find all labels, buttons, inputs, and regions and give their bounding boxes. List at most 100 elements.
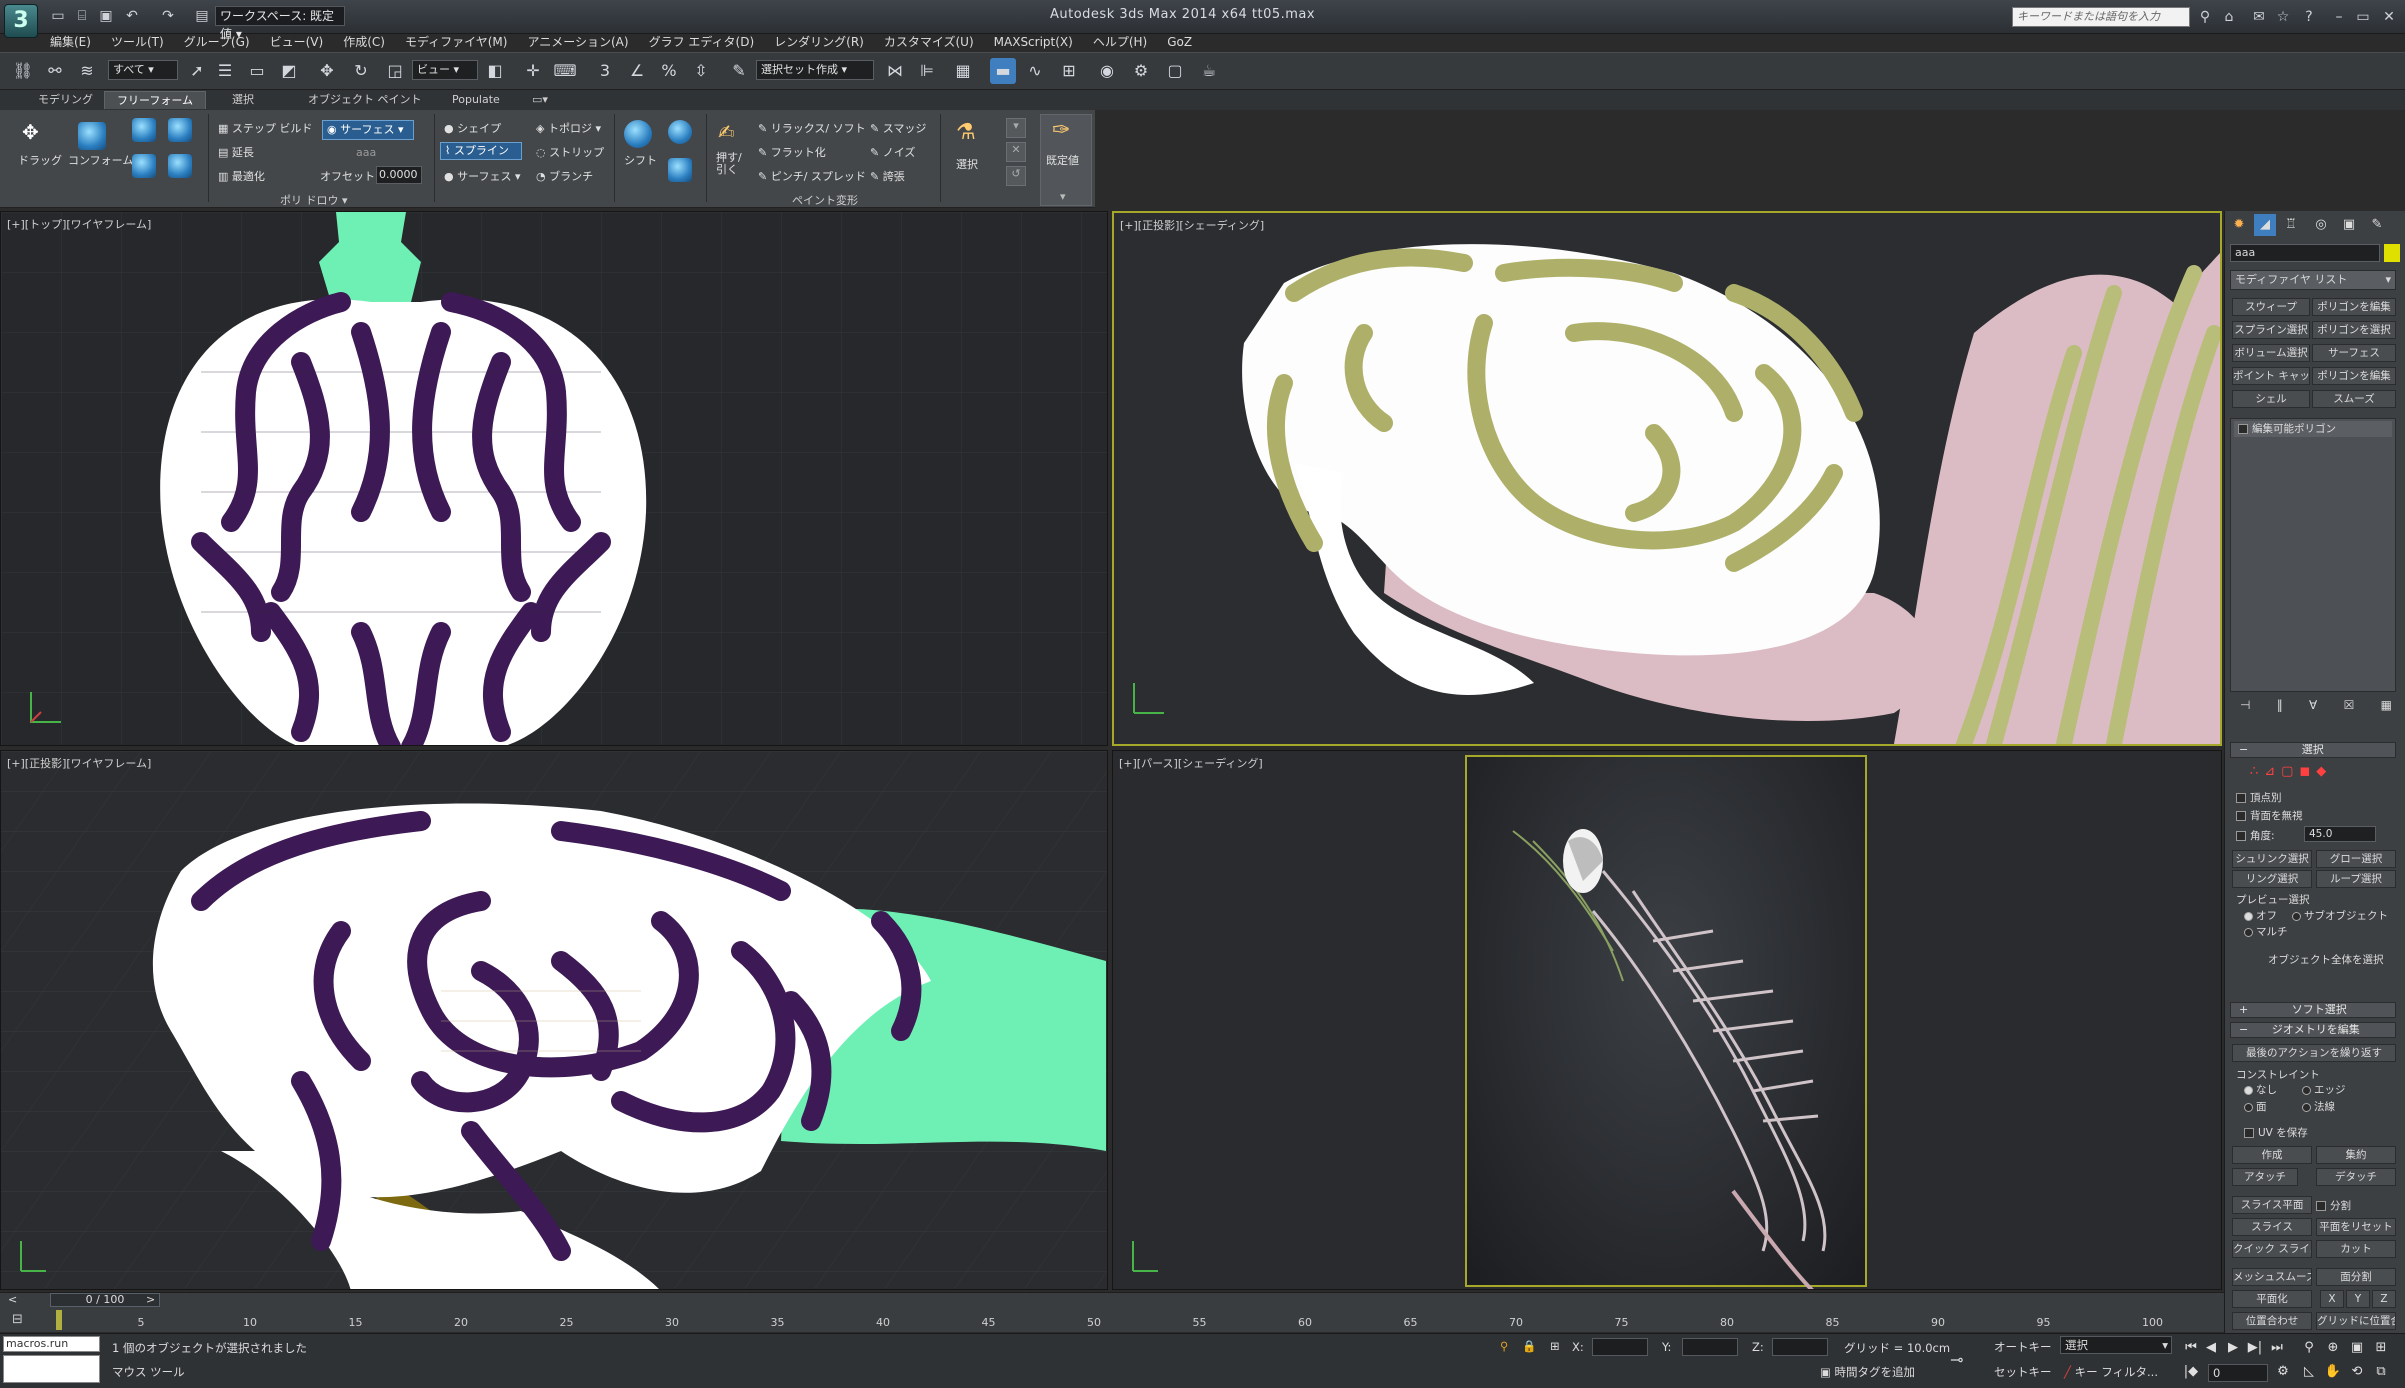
graphite-ribbon-icon[interactable]: ▬ bbox=[990, 58, 1016, 84]
maximize-viewport-icon[interactable]: ⧉ bbox=[2370, 1362, 2392, 1382]
link-icon[interactable]: ⛓ bbox=[10, 58, 36, 84]
quickslice-button[interactable]: クイック スライス bbox=[2232, 1240, 2312, 1258]
z-coord-input[interactable] bbox=[1772, 1338, 1828, 1356]
conform-icon[interactable] bbox=[78, 122, 106, 150]
render-setup-icon[interactable]: ⚙ bbox=[1128, 58, 1154, 84]
shift-icon[interactable] bbox=[624, 120, 652, 148]
conform-solve-icon[interactable] bbox=[168, 154, 192, 178]
zoom-extents-all-icon[interactable]: ⊞ bbox=[2370, 1338, 2392, 1358]
conform-relax-icon[interactable] bbox=[132, 154, 156, 178]
viewport-label-persp[interactable]: [+][パース][シェーディング] bbox=[1119, 755, 1263, 771]
modifier-smooth-button[interactable]: スムーズ bbox=[2312, 390, 2396, 408]
conform-options-icon[interactable] bbox=[168, 118, 192, 142]
favorites-star-icon[interactable]: ☆ bbox=[2274, 8, 2292, 26]
menu-help[interactable]: ヘルプ(H) bbox=[1083, 32, 1157, 52]
angle-input[interactable]: 45.0 bbox=[2304, 826, 2376, 842]
push-pull-label[interactable]: 押す/引く bbox=[716, 152, 744, 176]
preview-subobject-radio[interactable]: サブオブジェクト bbox=[2292, 908, 2388, 923]
smudge-button[interactable]: ✎ スマッジ bbox=[870, 120, 926, 136]
menu-graph-editors[interactable]: グラフ エディタ(D) bbox=[639, 32, 765, 52]
menu-animation[interactable]: アニメーション(A) bbox=[517, 32, 638, 52]
tab-freeform[interactable]: フリーフォーム bbox=[104, 91, 207, 109]
selection-lock-icon[interactable]: 🔒 bbox=[1522, 1339, 1536, 1353]
select-by-name-icon[interactable]: ☰ bbox=[212, 58, 238, 84]
defaults-expand-icon[interactable]: ▾ bbox=[1060, 190, 1066, 203]
slice-plane-button[interactable]: スライス平面 bbox=[2232, 1196, 2312, 1214]
split-checkbox[interactable]: 分割 bbox=[2316, 1198, 2351, 1213]
rect-selection-icon[interactable]: ▭ bbox=[244, 58, 270, 84]
mini-curve-editor-icon[interactable]: ⊟ bbox=[12, 1312, 23, 1327]
menu-goz[interactable]: GoZ bbox=[1157, 32, 1202, 52]
schematic-view-icon[interactable]: ⊞ bbox=[1056, 58, 1082, 84]
planar-z-button[interactable]: Z bbox=[2372, 1290, 2396, 1308]
subscription-icon[interactable]: ⌂ bbox=[2220, 8, 2238, 26]
angle-checkbox[interactable]: 角度: bbox=[2236, 828, 2275, 843]
align-icon[interactable]: ⊫ bbox=[914, 58, 940, 84]
ring-button[interactable]: リング選択 bbox=[2232, 870, 2312, 888]
go-to-end-icon[interactable]: ⏭ bbox=[2266, 1338, 2288, 1358]
modify-tab-icon[interactable]: ◢ bbox=[2254, 214, 2276, 236]
create-button[interactable]: 作成 bbox=[2232, 1146, 2312, 1164]
surface-button[interactable]: ● サーフェス ▾ bbox=[444, 168, 520, 184]
planar-y-button[interactable]: Y bbox=[2346, 1290, 2370, 1308]
defaults-label[interactable]: 既定値 bbox=[1046, 152, 1079, 168]
detach-button[interactable]: デタッチ bbox=[2316, 1168, 2396, 1186]
ribbon-options-icon[interactable]: ▭▾ bbox=[520, 91, 560, 109]
ignore-backface-checkbox[interactable]: 背面を無視 bbox=[2236, 808, 2303, 823]
maxscript-output[interactable] bbox=[3, 1355, 100, 1383]
shift-label[interactable]: シフト bbox=[624, 152, 657, 168]
absolute-mode-icon[interactable]: ⊞ bbox=[1550, 1339, 1560, 1353]
repeat-last-button[interactable]: 最後のアクションを繰り返す bbox=[2232, 1044, 2396, 1062]
spline-button[interactable]: ⌇ スプライン bbox=[440, 142, 522, 160]
zoom-icon[interactable]: ⚲ bbox=[2298, 1338, 2320, 1358]
tab-modeling[interactable]: モデリング bbox=[26, 91, 105, 109]
shape-button[interactable]: ● シェイプ bbox=[444, 120, 501, 136]
communication-icon[interactable]: ✉ bbox=[2250, 8, 2268, 26]
help-icon[interactable]: ? bbox=[2300, 8, 2318, 26]
time-slider[interactable]: 0 / 100 bbox=[50, 1293, 160, 1307]
stack-item-editable-poly[interactable]: 編集可能ポリゴン bbox=[2234, 421, 2392, 437]
menu-edit[interactable]: 編集(E) bbox=[40, 32, 101, 52]
grid-align-button[interactable]: グリッドに位置合わせ bbox=[2316, 1312, 2396, 1330]
minimize-icon[interactable]: – bbox=[2330, 8, 2348, 26]
modifier-edit-poly-button[interactable]: ポリゴンを編集 bbox=[2312, 298, 2396, 316]
key-filters-button[interactable]: ╱ キー フィルタ... bbox=[2064, 1364, 2158, 1380]
flatten-button[interactable]: ✎ フラット化 bbox=[758, 144, 826, 160]
collapse-button[interactable]: 集約 bbox=[2316, 1146, 2396, 1164]
display-tab-icon[interactable]: ▣ bbox=[2338, 214, 2360, 236]
preview-off-radio[interactable]: オフ bbox=[2244, 908, 2277, 923]
modifier-spline-select-button[interactable]: スプライン選択 bbox=[2232, 321, 2310, 339]
viewport-label-left[interactable]: [+][正投影][ワイヤフレーム] bbox=[7, 755, 151, 771]
paint-option-3-icon[interactable]: ↺ bbox=[1006, 166, 1026, 186]
paint-select-icon[interactable]: ⚗ bbox=[956, 120, 976, 145]
select-object-icon[interactable]: ➚ bbox=[184, 58, 210, 84]
optimize-button[interactable]: ▥ 最適化 bbox=[218, 168, 265, 184]
setkey-button[interactable]: セットキー bbox=[1994, 1364, 2052, 1380]
meshsmooth-button[interactable]: メッシュスムーズ bbox=[2232, 1268, 2312, 1286]
snap-3d-icon[interactable]: 3 bbox=[592, 58, 618, 84]
mirror-icon[interactable]: ⋈ bbox=[882, 58, 908, 84]
modifier-sweep-button[interactable]: スウィープ bbox=[2232, 298, 2310, 316]
scale-icon[interactable]: ◲ bbox=[382, 58, 408, 84]
conform-brush-icon[interactable] bbox=[132, 118, 156, 142]
surface-dropdown[interactable]: ◉ サーフェス ▾ bbox=[322, 120, 414, 140]
make-unique-icon[interactable]: ∀ bbox=[2309, 698, 2317, 718]
defaults-icon[interactable]: ✑ bbox=[1052, 118, 1070, 143]
noise-button[interactable]: ✎ ノイズ bbox=[870, 144, 915, 160]
viewport-perspective[interactable]: [+][パース][シェーディング] bbox=[1112, 750, 2222, 1290]
viewport-label-front[interactable]: [+][正投影][シェーディング] bbox=[1120, 217, 1264, 233]
grow-button[interactable]: グロー選択 bbox=[2316, 850, 2396, 868]
play-icon[interactable]: ▶ bbox=[2222, 1338, 2244, 1358]
app-logo-button[interactable]: 3 bbox=[4, 4, 38, 38]
window-crossing-icon[interactable]: ◩ bbox=[276, 58, 302, 84]
isolate-icon[interactable]: ⚲ bbox=[1500, 1339, 1508, 1353]
configure-sets-icon[interactable]: ▦ bbox=[2381, 698, 2392, 718]
rollout-selection[interactable]: − 選択 bbox=[2230, 742, 2396, 758]
select-whole-object-button[interactable]: オブジェクト全体を選択 bbox=[2268, 952, 2384, 967]
constraint-none-radio[interactable]: なし bbox=[2244, 1082, 2277, 1097]
modifier-list-dropdown[interactable]: モディファイヤ リスト ▾ bbox=[2230, 270, 2396, 290]
key-mode-toggle-icon[interactable]: |◆ bbox=[2180, 1362, 2202, 1382]
orbit-icon[interactable]: ⟲ bbox=[2346, 1362, 2368, 1382]
exaggerate-button[interactable]: ✎ 誇張 bbox=[870, 168, 905, 184]
slice-button[interactable]: スライス bbox=[2232, 1218, 2312, 1236]
